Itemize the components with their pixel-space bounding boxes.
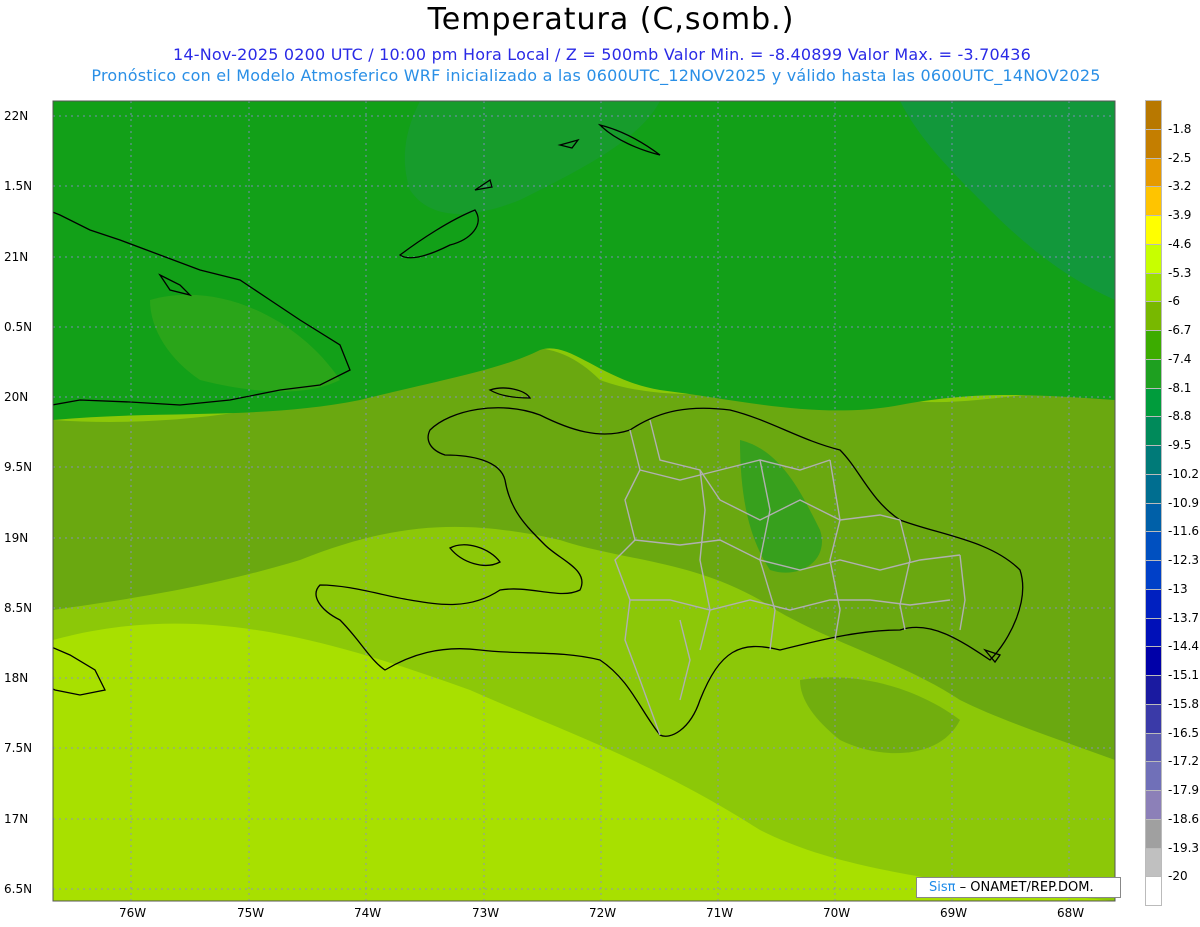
lon-label: 68W <box>1057 906 1085 920</box>
lat-label: 1.5N <box>4 179 33 193</box>
colorbar-cell <box>1145 301 1162 331</box>
colorbar-label: -2.5 <box>1168 150 1192 165</box>
colorbar-label: -6.7 <box>1168 323 1192 337</box>
colorbar-label: -10.2 <box>1168 466 1200 481</box>
lat-label: 9.5N <box>4 460 33 474</box>
temperature-map <box>52 100 1116 902</box>
colorbar-label: -8.1 <box>1168 380 1192 395</box>
colorbar-cell <box>1145 473 1162 504</box>
colorbar-label: -16.5 <box>1168 725 1200 740</box>
credit-text: – ONAMET/REP.DOM. <box>955 880 1094 895</box>
colorbar-cell <box>1145 100 1162 130</box>
lat-label: 0.5N <box>4 320 33 334</box>
colorbar-label: -3.9 <box>1168 208 1192 222</box>
colorbar-label: -13.7 <box>1168 610 1200 625</box>
colorbar-cell <box>1145 186 1162 216</box>
colorbar-cell <box>1145 876 1162 906</box>
colorbar-label: -1.8 <box>1168 121 1192 136</box>
colorbar-label: -11.6 <box>1168 524 1200 539</box>
colorbar-cell <box>1145 560 1162 590</box>
colorbar-cell <box>1145 531 1162 561</box>
colorbar-cell <box>1145 703 1162 734</box>
colorbar-label: -10.9 <box>1168 495 1200 510</box>
lat-label: 17N <box>4 812 29 826</box>
colorbar <box>1145 100 1162 906</box>
colorbar-label: -12.3 <box>1168 553 1200 567</box>
sispi-logo: Sisπ <box>929 880 956 895</box>
colorbar-label: -15.1 <box>1168 668 1200 682</box>
colorbar-cell <box>1145 790 1162 820</box>
lat-label: 22N <box>4 109 29 123</box>
colorbar-label: -14.4 <box>1168 639 1200 654</box>
colorbar-label: -13 <box>1168 581 1188 596</box>
lat-label: 8.5N <box>4 601 33 615</box>
colorbar-cell <box>1145 588 1162 619</box>
colorbar-label: -18.6 <box>1168 811 1200 826</box>
lon-label: 72W <box>589 906 617 920</box>
colorbar-label: -5.3 <box>1168 265 1192 280</box>
colorbar-label: -17.9 <box>1168 783 1200 797</box>
lat-label: 7.5N <box>4 741 33 755</box>
colorbar-cell <box>1145 157 1162 188</box>
lon-label: 74W <box>354 906 382 920</box>
lat-label: 18N <box>4 671 29 685</box>
colorbar-cell <box>1145 847 1162 878</box>
colorbar-label: -19.3 <box>1168 840 1200 855</box>
colorbar-label: -20 <box>1168 869 1188 884</box>
colorbar-cell <box>1145 272 1162 303</box>
colorbar-cell <box>1145 502 1162 533</box>
lon-label: 70W <box>823 906 851 920</box>
lat-label: 6.5N <box>4 882 33 896</box>
colorbar-label: -6 <box>1168 294 1180 309</box>
colorbar-cell <box>1145 128 1162 159</box>
lat-label: 20N <box>4 390 29 404</box>
colorbar-cell <box>1145 416 1162 446</box>
colorbar-cell <box>1145 243 1162 274</box>
colorbar-cell <box>1145 646 1162 676</box>
colorbar-label: -3.2 <box>1168 179 1192 194</box>
credit-box: Sisπ – ONAMET/REP.DOM. <box>916 877 1121 898</box>
lon-label: 76W <box>119 906 147 920</box>
lat-label: 19N <box>4 531 29 545</box>
lon-label: 73W <box>472 906 500 920</box>
colorbar-cell <box>1145 445 1162 475</box>
temperature-field <box>53 101 1115 901</box>
colorbar-label: -7.4 <box>1168 351 1192 366</box>
colorbar-cell <box>1145 330 1162 360</box>
colorbar-cell <box>1145 761 1162 791</box>
lon-label: 69W <box>940 906 968 920</box>
colorbar-cell <box>1145 675 1162 705</box>
lon-label: 71W <box>706 906 734 920</box>
colorbar-label: -17.2 <box>1168 754 1200 769</box>
colorbar-cell <box>1145 215 1162 245</box>
colorbar-cell <box>1145 617 1162 648</box>
colorbar-label: -15.8 <box>1168 696 1200 711</box>
colorbar-cell <box>1145 358 1162 389</box>
colorbar-label: -9.5 <box>1168 438 1192 452</box>
colorbar-cell <box>1145 818 1162 849</box>
colorbar-label: -4.6 <box>1168 236 1192 251</box>
lon-label: 75W <box>237 906 265 920</box>
colorbar-cell <box>1145 387 1162 418</box>
lat-label: 21N <box>4 250 29 264</box>
colorbar-label: -8.8 <box>1168 409 1192 424</box>
colorbar-cell <box>1145 732 1162 763</box>
